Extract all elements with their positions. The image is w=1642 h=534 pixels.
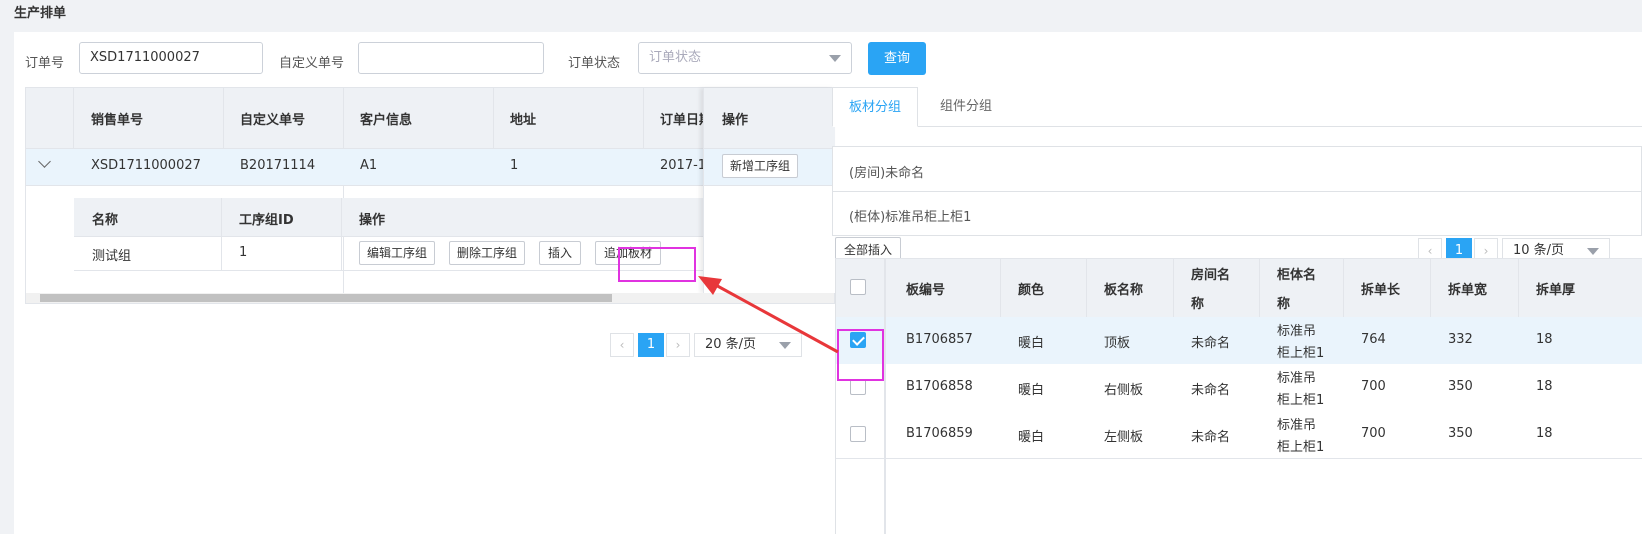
- annotation-arrow-icon: [698, 276, 839, 354]
